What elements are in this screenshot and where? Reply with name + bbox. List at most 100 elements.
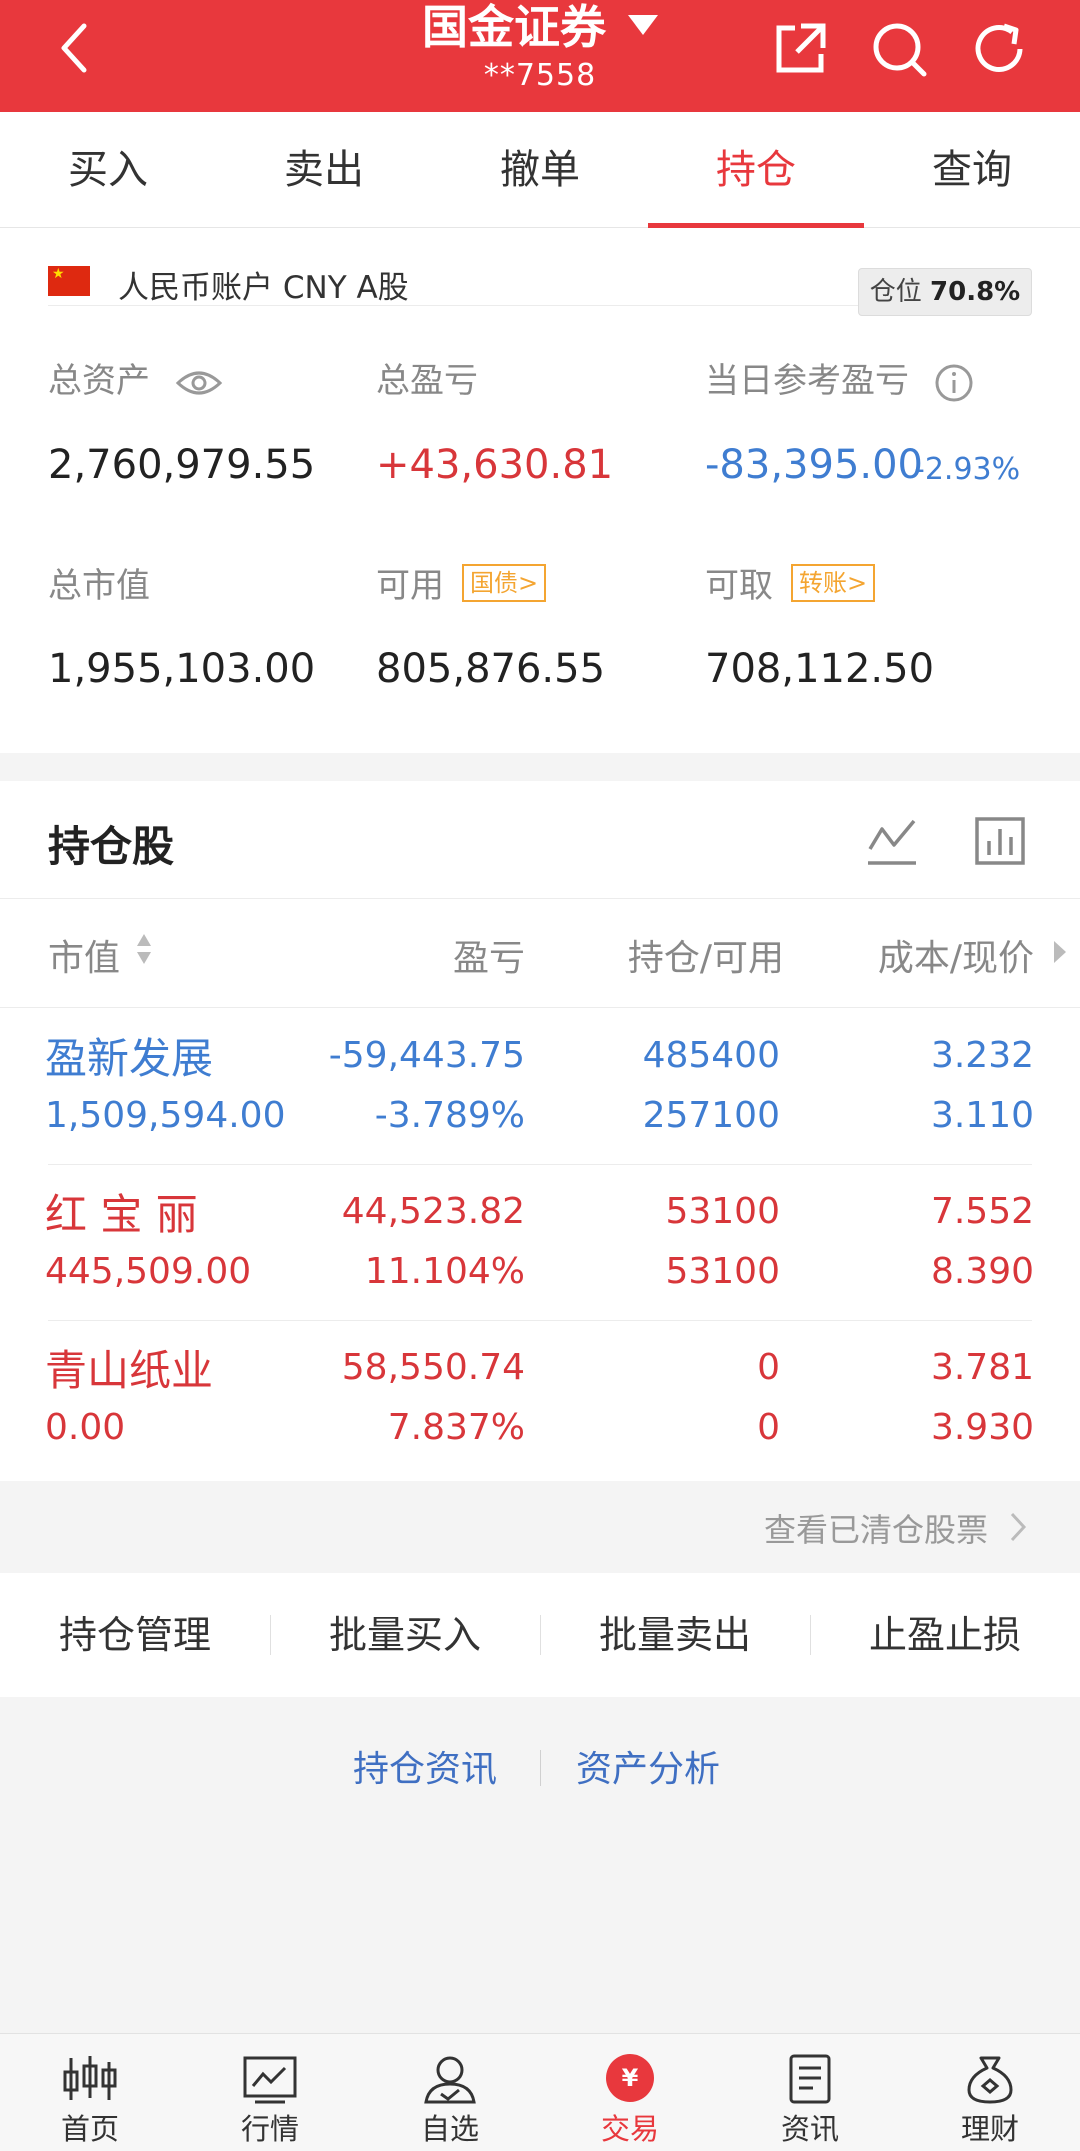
nav-home-label: 首页 bbox=[60, 2112, 119, 2146]
sort-icon bbox=[137, 934, 152, 964]
tab-sell[interactable]: 卖出 bbox=[216, 112, 432, 228]
stock-pnl: 44,523.82 bbox=[341, 1191, 525, 1232]
available-label: 可用 bbox=[376, 566, 444, 606]
nav-wealth[interactable]: 理财 bbox=[900, 2034, 1080, 2151]
holding-row[interactable]: 红 宝 丽 445,509.00 44,523.82 11.104% 53100… bbox=[0, 1165, 1080, 1321]
search-icon[interactable] bbox=[868, 18, 930, 80]
stock-position: 53100 bbox=[665, 1191, 780, 1232]
market-value-value: 1,955,103.00 bbox=[48, 646, 316, 692]
stock-market-value: 445,509.00 bbox=[45, 1251, 252, 1292]
stock-position: 485400 bbox=[642, 1035, 780, 1076]
cleared-stocks-label: 查看已清仓股票 bbox=[763, 1511, 988, 1549]
scroll-right-icon[interactable] bbox=[1052, 939, 1068, 965]
stock-pnl: -59,443.75 bbox=[328, 1035, 525, 1076]
stock-price: 3.110 bbox=[930, 1095, 1034, 1136]
stock-position: 0 bbox=[757, 1347, 780, 1388]
position-label: 仓位 bbox=[869, 277, 922, 307]
dropdown-caret-icon bbox=[628, 15, 658, 35]
nav-trade-label: 交易 bbox=[600, 2112, 659, 2146]
info-links: 持仓资讯 资产分析 bbox=[0, 1740, 1080, 1800]
nav-wealth-label: 理财 bbox=[960, 2112, 1019, 2146]
holdings-title: 持仓股 bbox=[48, 822, 175, 871]
take-profit-stop-loss-button[interactable]: 止盈止损 bbox=[810, 1573, 1080, 1697]
stock-pnl-percent: -3.789% bbox=[374, 1095, 525, 1136]
available-value: 805,876.55 bbox=[376, 646, 606, 692]
total-pnl-label: 总盈亏 bbox=[376, 361, 478, 401]
tab-cancel-order[interactable]: 撤单 bbox=[432, 112, 648, 228]
column-cost-price: 成本/现价 bbox=[877, 938, 1034, 979]
stock-cost: 7.552 bbox=[930, 1191, 1034, 1232]
manage-positions-button[interactable]: 持仓管理 bbox=[0, 1573, 270, 1697]
holding-actions: 持仓管理 批量买入 批量卖出 止盈止损 bbox=[0, 1573, 1080, 1697]
eye-icon[interactable] bbox=[175, 367, 223, 399]
column-position-available: 持仓/可用 bbox=[627, 938, 784, 979]
total-assets-label-group: 总资产 bbox=[48, 353, 223, 402]
stock-price: 3.930 bbox=[930, 1407, 1034, 1448]
position-value: 70.8% bbox=[930, 277, 1021, 307]
stock-market-value: 0.00 bbox=[45, 1407, 126, 1448]
cleared-stocks-link[interactable]: 查看已清仓股票 bbox=[0, 1481, 1080, 1573]
withdrawable-label-group: 可取 转账> bbox=[705, 558, 876, 607]
today-pnl-label-group: 当日参考盈亏 bbox=[705, 353, 974, 403]
account-row: ★ 人民币账户 CNY A股 仓位 70.8% bbox=[48, 242, 1032, 316]
broker-title: 国金证券 bbox=[422, 0, 606, 54]
nav-news[interactable]: 资讯 bbox=[720, 2034, 900, 2151]
nav-watchlist[interactable]: 自选 bbox=[360, 2034, 540, 2151]
tab-buy[interactable]: 买入 bbox=[0, 112, 216, 228]
chevron-right-icon bbox=[1010, 1512, 1027, 1542]
total-pnl-value: +43,630.81 bbox=[376, 442, 614, 488]
batch-sell-button[interactable]: 批量卖出 bbox=[540, 1573, 810, 1697]
stock-pnl-percent: 11.104% bbox=[364, 1251, 525, 1292]
account-summary: ★ 人民币账户 CNY A股 仓位 70.8% 总资产 2,760,979.55… bbox=[0, 228, 1080, 753]
stock-name: 红 宝 丽 bbox=[45, 1190, 198, 1239]
share-icon[interactable] bbox=[769, 18, 831, 80]
today-pnl-percent: -2.93% bbox=[914, 452, 1021, 487]
stock-price: 8.390 bbox=[930, 1251, 1034, 1292]
nav-watchlist-label: 自选 bbox=[420, 2112, 479, 2146]
stock-cost: 3.232 bbox=[930, 1035, 1034, 1076]
position-news-link[interactable]: 持仓资讯 bbox=[353, 1740, 497, 1792]
holdings-column-header: 市值 盈亏 持仓/可用 成本/现价 bbox=[0, 898, 1080, 1008]
stock-name: 盈新发展 bbox=[45, 1034, 214, 1083]
treasury-bond-tag[interactable]: 国债> bbox=[462, 564, 547, 602]
stock-name: 青山纸业 bbox=[45, 1346, 214, 1395]
column-market-value[interactable]: 市值 bbox=[48, 929, 153, 981]
market-value-label: 总市值 bbox=[48, 566, 150, 606]
china-flag-icon: ★ bbox=[48, 266, 90, 296]
available-label-group: 可用 国债> bbox=[376, 558, 547, 607]
nav-market[interactable]: 行情 bbox=[180, 2034, 360, 2151]
holding-row[interactable]: 盈新发展 1,509,594.00 -59,443.75 -3.789% 485… bbox=[0, 1009, 1080, 1165]
column-pnl: 盈亏 bbox=[452, 938, 525, 979]
svg-text:¥: ¥ bbox=[622, 2064, 639, 2092]
nav-trade[interactable]: ¥ 交易 bbox=[540, 2034, 720, 2151]
nav-market-label: 行情 bbox=[240, 2112, 299, 2146]
stock-available: 0 bbox=[757, 1407, 780, 1448]
line-chart-icon[interactable] bbox=[864, 815, 920, 867]
user-watchlist-icon bbox=[424, 2056, 476, 2104]
account-label: 人民币账户 CNY A股 bbox=[118, 270, 409, 306]
tab-positions[interactable]: 持仓 bbox=[648, 112, 864, 228]
asset-analysis-link[interactable]: 资产分析 bbox=[576, 1740, 720, 1792]
bar-chart-icon[interactable] bbox=[973, 815, 1029, 867]
stock-cost: 3.781 bbox=[930, 1347, 1034, 1388]
info-icon[interactable] bbox=[934, 363, 974, 403]
total-assets-value: 2,760,979.55 bbox=[48, 442, 316, 488]
trade-tabs: 买入 卖出 撤单 持仓 查询 bbox=[0, 112, 1080, 228]
refresh-icon[interactable] bbox=[968, 18, 1030, 80]
stock-available: 53100 bbox=[665, 1251, 780, 1292]
app-header: 国金证券 **7558 bbox=[0, 0, 1080, 112]
batch-buy-button[interactable]: 批量买入 bbox=[270, 1573, 540, 1697]
nav-home[interactable]: 首页 bbox=[0, 2034, 180, 2151]
today-pnl-label: 当日参考盈亏 bbox=[705, 361, 909, 401]
withdrawable-value: 708,112.50 bbox=[705, 646, 935, 692]
tab-query[interactable]: 查询 bbox=[864, 112, 1080, 228]
stock-pnl: 58,550.74 bbox=[341, 1347, 525, 1388]
link-divider bbox=[540, 1750, 541, 1786]
bottom-navigation: 首页 行情 自选 ¥ 交易 资讯 理财 bbox=[0, 2033, 1080, 2151]
transfer-tag[interactable]: 转账> bbox=[791, 564, 876, 602]
market-chart-icon bbox=[243, 2056, 297, 2104]
yuan-trade-icon: ¥ bbox=[606, 2054, 654, 2102]
total-assets-label: 总资产 bbox=[48, 361, 150, 401]
holding-row[interactable]: 青山纸业 0.00 58,550.74 7.837% 0 0 3.781 3.9… bbox=[0, 1321, 1080, 1477]
stock-pnl-percent: 7.837% bbox=[387, 1407, 525, 1448]
